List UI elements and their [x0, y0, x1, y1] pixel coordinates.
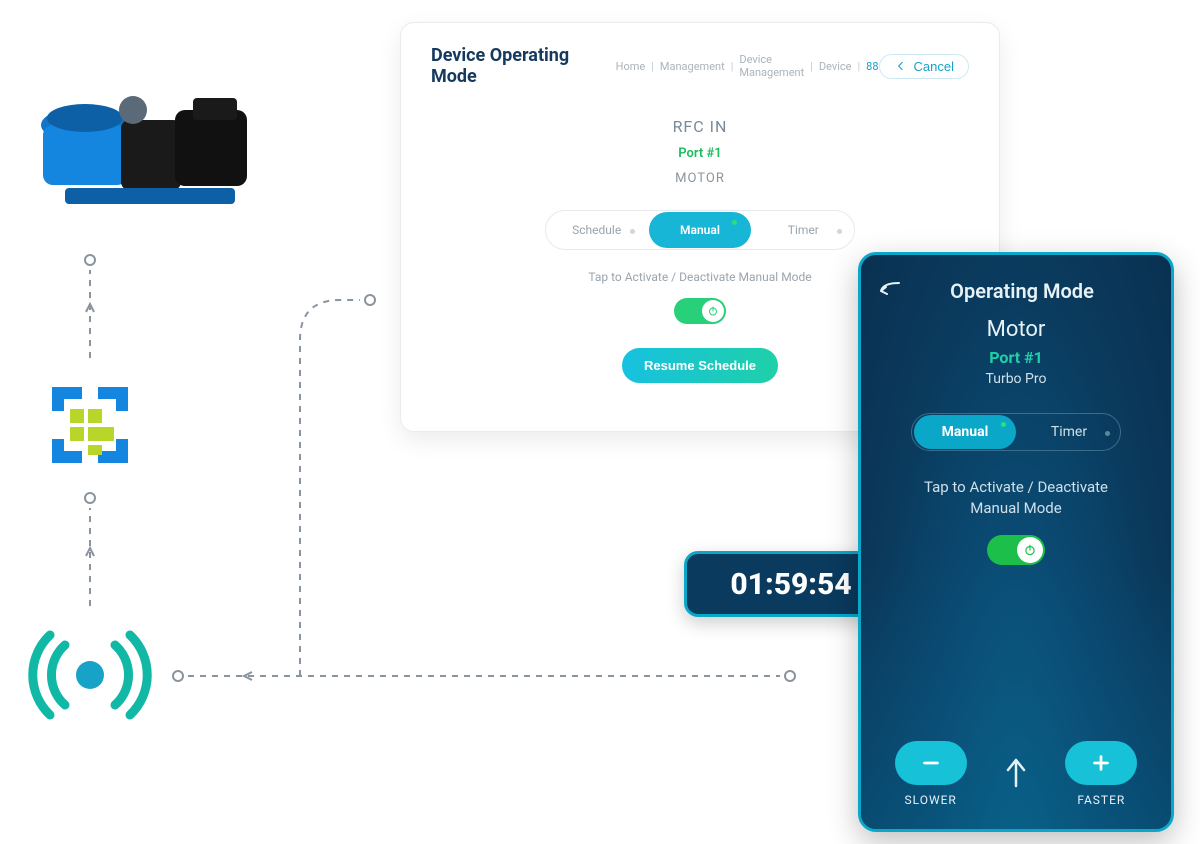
- gateway-logo: [35, 370, 145, 480]
- mobile-segment-manual-label: Manual: [942, 424, 989, 440]
- resume-label: Resume Schedule: [644, 358, 756, 373]
- mobile-port: Port #1: [877, 348, 1155, 367]
- rfc-label: RFC IN: [431, 117, 969, 136]
- gateway-icon: [40, 375, 140, 475]
- pump-image: [16, 60, 274, 230]
- mobile-title: Operating Mode: [889, 279, 1155, 303]
- mode-segment: Schedule Manual Timer: [545, 210, 855, 250]
- port-label: Port #1: [431, 146, 969, 161]
- mobile-tap-line2: Manual Mode: [970, 499, 1061, 517]
- toggle-knob: [1017, 537, 1043, 563]
- indicator-dot: [1001, 422, 1006, 427]
- breadcrumb-item[interactable]: Home: [616, 60, 646, 73]
- mobile-mode-segment: Manual Timer: [911, 413, 1121, 451]
- segment-schedule[interactable]: Schedule: [546, 223, 647, 237]
- arrow-up-icon: [1002, 756, 1030, 788]
- mobile-subtitle: Turbo Pro: [877, 371, 1155, 387]
- mobile-segment-manual[interactable]: Manual: [914, 415, 1016, 449]
- resume-schedule-button[interactable]: Resume Schedule: [622, 348, 778, 383]
- slower-label: SLOWER: [895, 793, 967, 807]
- cancel-button[interactable]: Cancel: [879, 54, 969, 79]
- breadcrumb-item[interactable]: Device: [819, 60, 852, 73]
- mobile-segment-timer-label: Timer: [1051, 424, 1087, 440]
- segment-manual-label: Manual: [680, 223, 720, 237]
- minus-icon: [920, 752, 942, 774]
- segment-timer-label: Timer: [788, 223, 819, 237]
- breadcrumb: Home| Management| Device Management| Dev…: [616, 53, 879, 79]
- speed-up-arrow[interactable]: [1002, 756, 1030, 792]
- broadcast-icon: [25, 625, 155, 725]
- manual-mode-toggle[interactable]: [674, 298, 726, 324]
- faster-label: FASTER: [1065, 793, 1137, 807]
- timer-value: 01:59:54: [730, 567, 851, 602]
- arrow-left-icon: [894, 59, 908, 73]
- power-icon: [707, 305, 719, 317]
- mobile-operating-mode-card: Operating Mode Motor Port #1 Turbo Pro M…: [858, 252, 1174, 832]
- mobile-tap-line1: Tap to Activate / Deactivate: [924, 478, 1108, 496]
- faster-button[interactable]: [1065, 741, 1137, 785]
- breadcrumb-item-current: 88: [866, 60, 878, 73]
- plus-icon: [1090, 752, 1112, 774]
- pump-icon: [25, 70, 265, 220]
- toggle-knob: [702, 300, 724, 322]
- slower-button[interactable]: [895, 741, 967, 785]
- segment-timer[interactable]: Timer: [753, 223, 854, 237]
- breadcrumb-item[interactable]: Device Management: [739, 53, 804, 79]
- indicator-dot: [1105, 431, 1110, 436]
- segment-manual[interactable]: Manual: [649, 212, 750, 248]
- device-type-label: MOTOR: [431, 171, 969, 186]
- mobile-manual-mode-toggle[interactable]: [987, 535, 1045, 565]
- indicator-dot: [630, 229, 635, 234]
- breadcrumb-item[interactable]: Management: [660, 60, 725, 73]
- page-title: Device Operating Mode: [431, 45, 598, 87]
- indicator-dot: [732, 220, 737, 225]
- indicator-dot: [837, 229, 842, 234]
- broadcast-logo: [20, 620, 160, 730]
- mobile-device-type: Motor: [877, 317, 1155, 342]
- power-icon: [1023, 543, 1037, 557]
- mobile-tap-instruction: Tap to Activate / Deactivate Manual Mode: [877, 477, 1155, 519]
- mobile-segment-timer[interactable]: Timer: [1018, 424, 1120, 440]
- segment-schedule-label: Schedule: [572, 223, 621, 237]
- cancel-label: Cancel: [914, 59, 954, 74]
